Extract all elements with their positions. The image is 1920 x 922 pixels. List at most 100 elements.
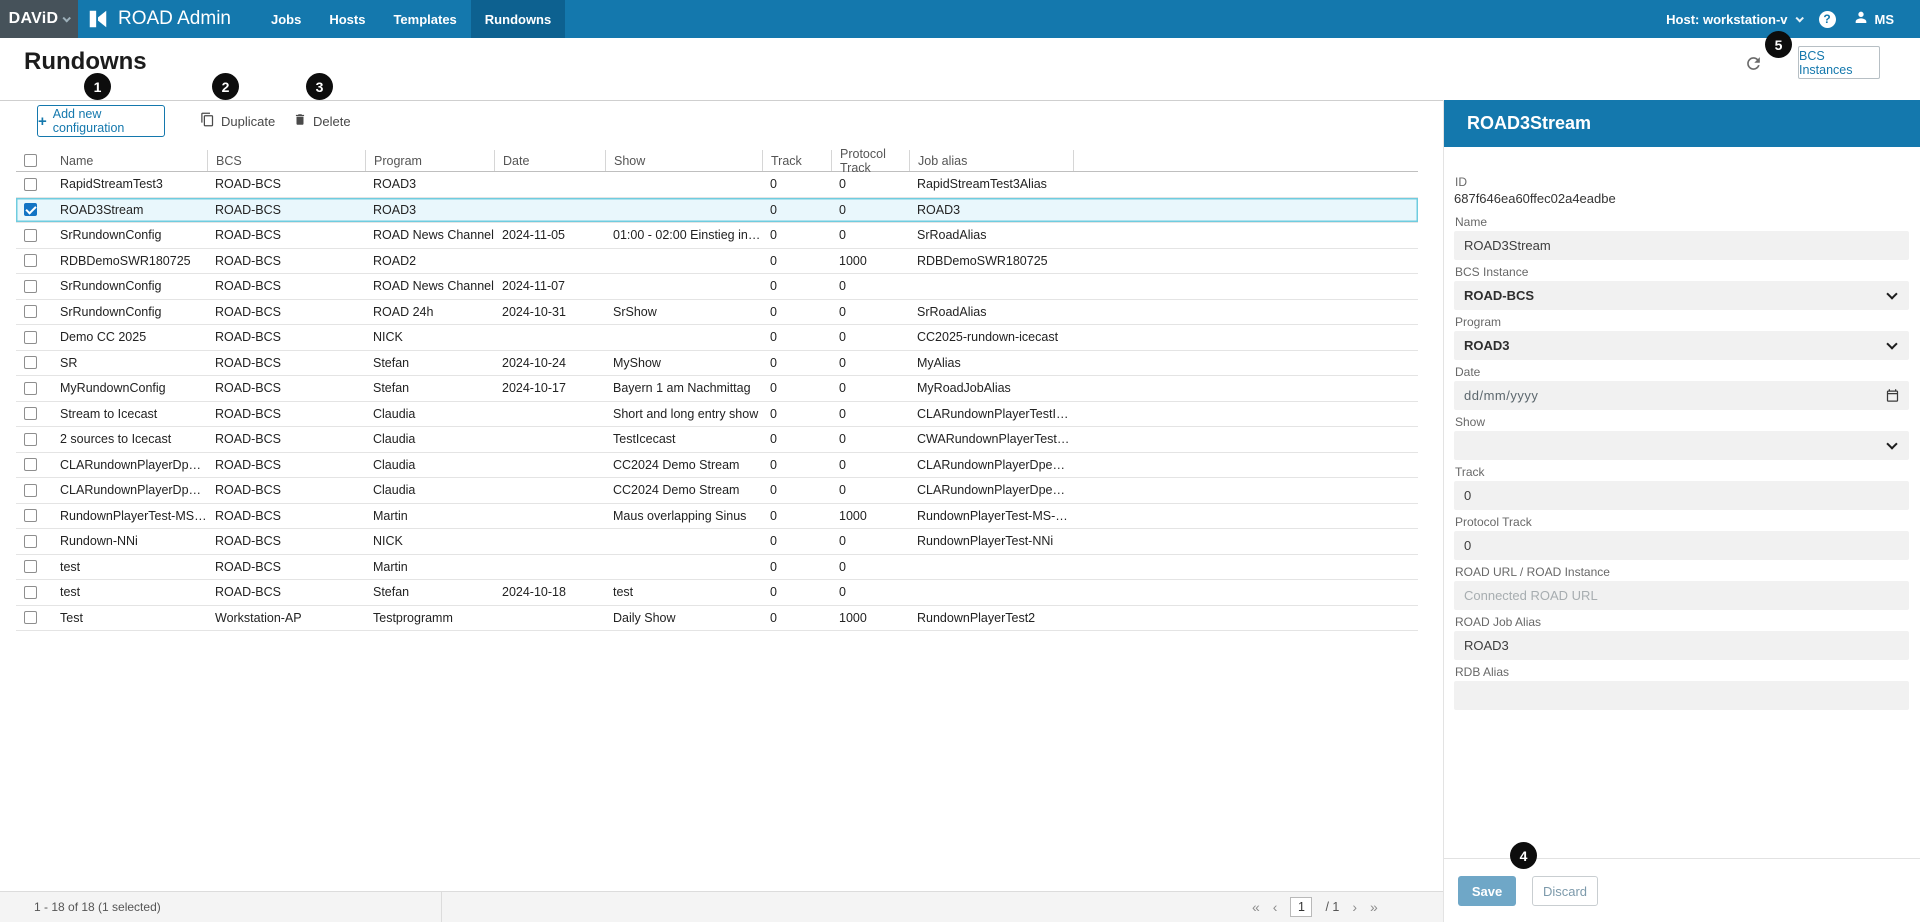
cell-track: 0 — [762, 534, 831, 548]
table-row[interactable]: CLARundownPlayerDpeWriterROAD-BCSClaudia… — [16, 478, 1418, 504]
table-row[interactable]: CLARundownPlayerDpeWriterROAD-BCSClaudia… — [16, 453, 1418, 479]
row-checkbox[interactable] — [24, 586, 37, 599]
row-checkbox-cell — [16, 535, 52, 548]
table-row[interactable]: testROAD-BCSMartin00 — [16, 555, 1418, 581]
table-row[interactable]: testROAD-BCSStefan2024-10-18test00 — [16, 580, 1418, 606]
table-row[interactable]: SrRundownConfigROAD-BCSROAD 24h2024-10-3… — [16, 300, 1418, 326]
column-header-date[interactable]: Date — [494, 150, 605, 171]
cell-protocol: 0 — [831, 560, 909, 574]
david-brand-menu[interactable]: DAViD — [0, 0, 78, 38]
row-checkbox[interactable] — [24, 433, 37, 446]
bcs-instance-select[interactable]: ROAD-BCS — [1454, 281, 1909, 310]
bcs-instances-button[interactable]: BCS Instances — [1798, 46, 1880, 79]
cell-name: SrRundownConfig — [52, 279, 207, 293]
refresh-icon[interactable] — [1744, 54, 1763, 78]
nav-item-hosts[interactable]: Hosts — [315, 0, 379, 38]
cell-program: Claudia — [365, 432, 494, 446]
table-row[interactable]: SRROAD-BCSStefan2024-10-24MyShow00MyAlia… — [16, 351, 1418, 377]
first-page-button[interactable]: « — [1252, 899, 1260, 915]
add-new-configuration-button[interactable]: + Add new configuration — [37, 105, 165, 137]
row-checkbox[interactable] — [24, 356, 37, 369]
cell-protocol: 0 — [831, 381, 909, 395]
column-header-protocol[interactable]: Protocol Track — [831, 150, 909, 171]
table-row[interactable]: RundownPlayerTest-MS-…ROAD-BCSMartinMaus… — [16, 504, 1418, 530]
duplicate-button[interactable]: Duplicate — [200, 105, 275, 137]
cell-name: RapidStreamTest3 — [52, 177, 207, 191]
cell-spacer — [1073, 300, 1418, 325]
cell-date: 2024-10-17 — [494, 381, 605, 395]
page-number-input[interactable]: 1 — [1290, 897, 1312, 917]
cell-alias: RundownPlayerTest2 — [909, 611, 1073, 625]
row-checkbox-cell — [16, 560, 52, 573]
row-checkbox[interactable] — [24, 407, 37, 420]
table-row[interactable]: Rundown-NNiROAD-BCSNICK00RundownPlayerTe… — [16, 529, 1418, 555]
table-row[interactable]: RDBDemoSWR180725ROAD-BCSROAD201000RDBDem… — [16, 249, 1418, 275]
row-checkbox[interactable] — [24, 178, 37, 191]
cell-alias: CLARundownPlayerDpeWriter — [909, 483, 1073, 497]
field-label-bcs-instance: BCS Instance — [1455, 265, 1909, 279]
row-checkbox[interactable] — [24, 331, 37, 344]
delete-button[interactable]: Delete — [293, 105, 351, 137]
cell-program: ROAD 24h — [365, 305, 494, 319]
table-row[interactable]: Demo CC 2025ROAD-BCSNICK00CC2025-rundown… — [16, 325, 1418, 351]
discard-button[interactable]: Discard — [1532, 876, 1598, 906]
road-url-road-instance-input[interactable]: Connected ROAD URL — [1454, 581, 1909, 610]
column-header-bcs[interactable]: BCS — [207, 150, 365, 171]
host-selector[interactable]: Host: workstation-v — [1666, 12, 1801, 27]
last-page-button[interactable]: » — [1370, 899, 1378, 915]
previous-page-button[interactable]: ‹ — [1273, 899, 1278, 915]
date-input[interactable]: dd/mm/yyyy — [1454, 381, 1909, 410]
protocol-track-input[interactable]: 0 — [1454, 531, 1909, 560]
nav-item-jobs[interactable]: Jobs — [257, 0, 315, 38]
cell-name: Test — [52, 611, 207, 625]
row-checkbox[interactable] — [24, 509, 37, 522]
help-icon[interactable]: ? — [1819, 11, 1836, 28]
user-menu[interactable]: MS — [1853, 9, 1895, 30]
name-input[interactable]: ROAD3Stream — [1454, 231, 1909, 260]
select-all-checkbox[interactable] — [24, 154, 37, 167]
row-checkbox[interactable] — [24, 611, 37, 624]
row-checkbox[interactable] — [24, 203, 37, 216]
next-page-button[interactable]: › — [1352, 899, 1357, 915]
table-row[interactable]: 2 sources to IcecastROAD-BCSClaudiaTestI… — [16, 427, 1418, 453]
row-checkbox[interactable] — [24, 535, 37, 548]
row-checkbox[interactable] — [24, 484, 37, 497]
cell-protocol: 0 — [831, 330, 909, 344]
program-select[interactable]: ROAD3 — [1454, 331, 1909, 360]
row-checkbox[interactable] — [24, 229, 37, 242]
save-button[interactable]: Save — [1458, 876, 1516, 906]
row-checkbox[interactable] — [24, 254, 37, 267]
table-row[interactable]: ROAD3StreamROAD-BCSROAD300ROAD3 — [16, 198, 1418, 224]
track-input[interactable]: 0 — [1454, 481, 1909, 510]
table-row[interactable]: SrRundownConfigROAD-BCSROAD News Channel… — [16, 274, 1418, 300]
cell-name: SrRundownConfig — [52, 228, 207, 242]
table-row[interactable]: Stream to IcecastROAD-BCSClaudiaShort an… — [16, 402, 1418, 428]
table-row[interactable]: MyRundownConfigROAD-BCSStefan2024-10-17B… — [16, 376, 1418, 402]
table-row[interactable]: SrRundownConfigROAD-BCSROAD News Channel… — [16, 223, 1418, 249]
column-header-track[interactable]: Track — [762, 150, 831, 171]
row-checkbox[interactable] — [24, 382, 37, 395]
cell-track: 0 — [762, 330, 831, 344]
rdb-alias-input[interactable] — [1454, 681, 1909, 710]
field-bcs-instance: BCS Instance ROAD-BCS — [1454, 265, 1909, 310]
cell-name: Demo CC 2025 — [52, 330, 207, 344]
nav-item-templates[interactable]: Templates — [379, 0, 470, 38]
delete-label: Delete — [313, 114, 351, 129]
table-row[interactable]: TestWorkstation-APTestprogrammDaily Show… — [16, 606, 1418, 632]
cell-name: CLARundownPlayerDpeWriter — [52, 483, 207, 497]
row-checkbox[interactable] — [24, 305, 37, 318]
show-select[interactable] — [1454, 431, 1909, 460]
column-header-alias[interactable]: Job alias — [909, 150, 1073, 171]
column-header-name[interactable]: Name — [52, 150, 207, 171]
column-header-show[interactable]: Show — [605, 150, 762, 171]
table-row[interactable]: RapidStreamTest3ROAD-BCSROAD300RapidStre… — [16, 172, 1418, 198]
column-header-program[interactable]: Program — [365, 150, 494, 171]
nav-item-rundowns[interactable]: Rundowns — [471, 0, 565, 38]
row-checkbox-cell — [16, 254, 52, 267]
road-job-alias-input[interactable]: ROAD3 — [1454, 631, 1909, 660]
field-rdb-alias: RDB Alias — [1454, 665, 1909, 710]
row-checkbox[interactable] — [24, 280, 37, 293]
cell-track: 0 — [762, 407, 831, 421]
row-checkbox[interactable] — [24, 560, 37, 573]
row-checkbox[interactable] — [24, 458, 37, 471]
